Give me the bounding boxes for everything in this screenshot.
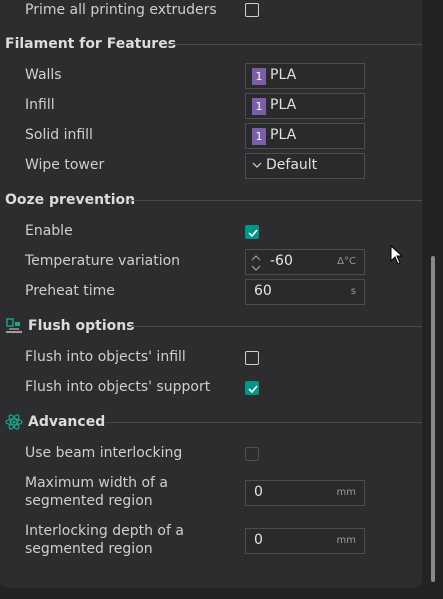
max-width-label-line2: segmented region xyxy=(25,493,153,509)
wipe-tower-value: Default xyxy=(266,157,318,173)
max-width-value: 0 xyxy=(254,484,263,500)
filament-value: PLA xyxy=(270,67,297,83)
interlocking-depth-unit: mm xyxy=(336,535,356,546)
section-divider xyxy=(128,200,422,201)
flush-support-checkbox[interactable] xyxy=(245,381,259,395)
solid-infill-filament-combo[interactable]: 1 PLA xyxy=(245,123,365,149)
preheat-time-value: 60 xyxy=(254,283,272,299)
max-width-unit: mm xyxy=(336,487,356,498)
checkmark-icon xyxy=(248,385,258,394)
wipe-tower-combo[interactable]: Default xyxy=(245,153,365,179)
beam-interlocking-label: Use beam interlocking xyxy=(25,445,183,461)
section-title: Advanced xyxy=(28,414,106,430)
max-width-input[interactable]: 0 mm xyxy=(245,480,365,506)
interlocking-depth-value: 0 xyxy=(254,532,263,548)
temperature-variation-value: -60 xyxy=(270,253,293,269)
interlocking-depth-input[interactable]: 0 mm xyxy=(245,528,365,554)
section-divider xyxy=(131,326,422,327)
flush-options-section: Flush options xyxy=(0,316,422,336)
temperature-unit: Δ°C xyxy=(337,256,356,267)
extruder-badge: 1 xyxy=(252,68,266,85)
ooze-enable-label: Enable xyxy=(25,223,73,239)
section-title: Ooze prevention xyxy=(5,192,136,208)
infill-label: Infill xyxy=(25,97,55,113)
max-width-label-line1: Maximum width of a xyxy=(25,475,168,491)
beam-interlocking-checkbox[interactable] xyxy=(245,447,259,461)
preheat-time-input[interactable]: 60 s xyxy=(245,279,365,305)
chevron-down-icon xyxy=(252,162,262,168)
ooze-enable-checkbox[interactable] xyxy=(245,225,259,239)
preheat-time-unit: s xyxy=(350,286,356,297)
interlocking-depth-label: Interlocking depth of a segmented region xyxy=(25,522,184,558)
section-title: Flush options xyxy=(28,318,135,334)
advanced-section: Advanced xyxy=(0,412,422,432)
scrollbar-thumb[interactable] xyxy=(431,256,435,582)
settings-panel: Prime all printing extruders Filament fo… xyxy=(0,0,422,588)
walls-filament-combo[interactable]: 1 PLA xyxy=(245,63,365,89)
section-divider xyxy=(164,44,422,45)
max-width-label: Maximum width of a segmented region xyxy=(25,474,168,510)
advanced-icon xyxy=(5,414,23,430)
walls-label: Walls xyxy=(25,67,62,83)
extruder-badge: 1 xyxy=(252,98,266,115)
mouse-cursor-icon xyxy=(390,245,404,265)
flush-infill-checkbox[interactable] xyxy=(245,351,259,365)
section-divider xyxy=(106,422,422,423)
temperature-variation-input[interactable]: -60 Δ°C xyxy=(245,249,365,275)
filament-value: PLA xyxy=(270,127,297,143)
temperature-variation-label: Temperature variation xyxy=(25,253,181,269)
filament-features-section: Filament for Features xyxy=(0,34,422,54)
ooze-prevention-section: Ooze prevention xyxy=(0,190,422,210)
spin-arrows-icon[interactable] xyxy=(250,253,262,273)
flush-support-label: Flush into objects' support xyxy=(25,379,211,395)
checkmark-icon xyxy=(248,229,258,238)
solid-infill-label: Solid infill xyxy=(25,127,93,143)
filament-value: PLA xyxy=(270,97,297,113)
extruder-badge: 1 xyxy=(252,128,266,145)
interlocking-depth-label-line1: Interlocking depth of a xyxy=(25,523,184,539)
prime-extruders-checkbox[interactable] xyxy=(245,3,259,17)
interlocking-depth-label-line2: segmented region xyxy=(25,541,153,557)
section-title: Filament for Features xyxy=(5,36,177,52)
flush-icon xyxy=(6,318,22,333)
wipe-tower-label: Wipe tower xyxy=(25,157,105,173)
preheat-time-label: Preheat time xyxy=(25,283,115,299)
infill-filament-combo[interactable]: 1 PLA xyxy=(245,93,365,119)
prime-extruders-label: Prime all printing extruders xyxy=(25,2,217,18)
flush-infill-label: Flush into objects' infill xyxy=(25,349,186,365)
